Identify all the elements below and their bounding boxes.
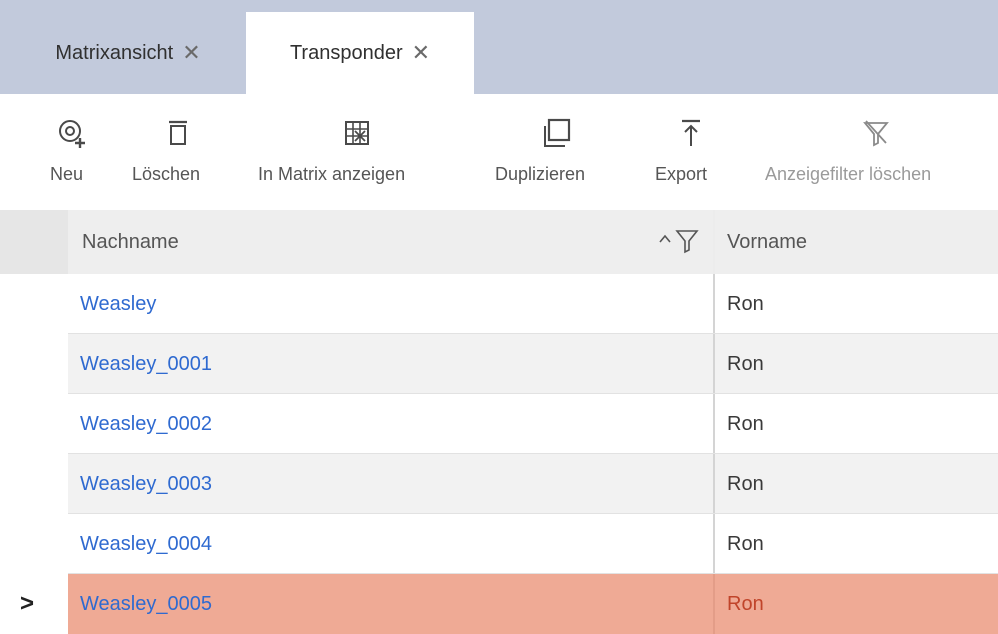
vorname-text: Ron xyxy=(727,592,764,615)
column-label: Nachname xyxy=(82,230,179,253)
table-row[interactable]: Weasley Ron xyxy=(0,274,998,334)
nachname-cell[interactable]: Weasley_0005 xyxy=(68,574,713,634)
export-button[interactable]: Export xyxy=(653,94,729,204)
nachname-cell[interactable]: Weasley_0004 xyxy=(68,514,713,574)
close-icon[interactable]: ✕ xyxy=(182,42,200,64)
duplicate-icon xyxy=(539,116,573,150)
toolbar: Neu Löschen In Matrix anzeigen Duplizier… xyxy=(0,94,998,204)
delete-label: Löschen xyxy=(132,164,201,184)
column-header-nachname[interactable]: Nachname xyxy=(68,210,713,274)
table-header: Nachname Vorname xyxy=(0,210,998,274)
tab-transponder[interactable]: Transponder ✕ xyxy=(246,12,474,94)
vorname-text: Ron xyxy=(727,472,764,495)
nachname-link[interactable]: Weasley_0001 xyxy=(80,353,212,376)
tab-label: Matrixansicht xyxy=(55,41,174,64)
vorname-cell[interactable]: Ron xyxy=(713,514,998,574)
nachname-link[interactable]: Weasley_0002 xyxy=(80,413,212,436)
nachname-link[interactable]: Weasley_0003 xyxy=(80,473,212,496)
show-in-matrix-button[interactable]: In Matrix anzeigen xyxy=(256,94,462,204)
filter-icon[interactable] xyxy=(674,227,700,255)
delete-button[interactable]: Löschen xyxy=(130,94,226,204)
vorname-text: Ron xyxy=(727,532,764,555)
column-label: Vorname xyxy=(727,230,808,253)
nachname-cell[interactable]: Weasley xyxy=(68,274,713,334)
nachname-cell[interactable]: Weasley_0003 xyxy=(68,454,713,514)
duplicate-button[interactable]: Duplizieren xyxy=(493,94,619,204)
vorname-text: Ron xyxy=(727,412,764,435)
duplicate-label: Duplizieren xyxy=(495,164,586,184)
vorname-cell[interactable]: Ron xyxy=(713,574,998,634)
table-row[interactable]: Weasley_0002 Ron xyxy=(0,394,998,454)
show-in-matrix-label: In Matrix anzeigen xyxy=(258,164,406,184)
clear-filter-label: Anzeigefilter löschen xyxy=(765,164,932,184)
filter-clear-icon xyxy=(859,116,893,150)
clear-filter-button[interactable]: Anzeigefilter löschen xyxy=(763,94,989,204)
table-row[interactable]: Weasley_0003 Ron xyxy=(0,454,998,514)
export-arrow-icon xyxy=(674,116,708,150)
tab-label: Transponder xyxy=(289,41,403,64)
sort-ascending-icon[interactable] xyxy=(656,230,674,248)
current-row-indicator: > xyxy=(20,590,35,617)
matrix-grid-icon xyxy=(340,116,374,150)
nachname-cell[interactable]: Weasley_0002 xyxy=(68,394,713,454)
vorname-cell[interactable]: Ron xyxy=(713,274,998,334)
vorname-cell[interactable]: Ron xyxy=(713,394,998,454)
close-icon[interactable]: ✕ xyxy=(412,42,430,64)
new-button[interactable]: Neu xyxy=(46,94,100,204)
row-header-gutter xyxy=(0,210,68,274)
nachname-cell[interactable]: Weasley_0001 xyxy=(68,334,713,394)
nachname-link[interactable]: Weasley_0004 xyxy=(80,533,212,556)
trash-icon xyxy=(161,116,195,150)
tab-matrixansicht[interactable]: Matrixansicht ✕ xyxy=(10,12,246,94)
tab-bar: Matrixansicht ✕ Transponder ✕ xyxy=(0,0,998,94)
export-label: Export xyxy=(655,164,708,184)
vorname-cell[interactable]: Ron xyxy=(713,334,998,394)
nachname-link[interactable]: Weasley_0005 xyxy=(80,593,212,616)
vorname-text: Ron xyxy=(727,352,764,375)
new-label: Neu xyxy=(50,164,84,184)
vorname-cell[interactable]: Ron xyxy=(713,454,998,514)
table-row[interactable]: Weasley_0001 Ron xyxy=(0,334,998,394)
add-transponder-icon xyxy=(56,116,90,150)
vorname-text: Ron xyxy=(727,292,764,315)
column-header-vorname[interactable]: Vorname xyxy=(715,210,998,274)
nachname-link[interactable]: Weasley xyxy=(80,293,156,316)
table-row-selected[interactable]: > Weasley_0005 Ron xyxy=(0,574,998,634)
table-row[interactable]: Weasley_0004 Ron xyxy=(0,514,998,574)
